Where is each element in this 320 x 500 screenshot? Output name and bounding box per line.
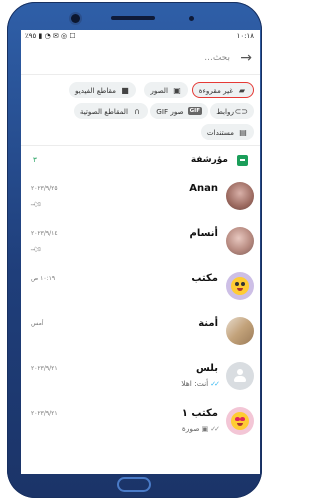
filter-chip-unread[interactable]: ▰ غير مقروءة: [191, 82, 254, 98]
avatar: [226, 362, 254, 390]
link-icon: ⊂⊃: [234, 106, 248, 116]
unread-icon: ▰: [238, 85, 246, 95]
chat-row-bols[interactable]: بلس ٢٠٢٣/٩/٢١ ✓✓ أنت: اهلا: [21, 356, 260, 401]
chat-row-ansam[interactable]: أنسام ٢٠٢٣/٩/١٤ 📌︎: [21, 221, 260, 266]
search-bar: →: [21, 42, 260, 75]
image-icon: ▣: [173, 85, 181, 95]
chat-name: أمنة: [198, 318, 218, 329]
pin-icon: 📌︎: [29, 197, 43, 212]
status-bar: ٪٩٥ ▮ ◔ ✉ ◎ ☐ ١٠:١٨: [21, 30, 260, 42]
proximity-sensor: [189, 16, 194, 21]
chat-preview-text: صورة: [181, 424, 200, 433]
filter-chip-label: صور GIF: [156, 106, 184, 116]
chat-date: ٢٠٢٣/٩/٢١: [31, 410, 58, 417]
avatar: [226, 227, 254, 255]
chat-row-maktab[interactable]: مكتب ١٠:١٩ ص: [21, 266, 260, 311]
phone-bottom-bezel: [7, 472, 262, 498]
chat-name: Anan: [189, 183, 218, 194]
archived-count: ٣: [33, 156, 37, 164]
chat-name: مكتب ١: [181, 408, 218, 419]
filter-chip-gifs[interactable]: GIF صور GIF: [150, 103, 208, 119]
avatar: [226, 272, 254, 300]
avatar: [226, 182, 254, 210]
filter-chip-videos[interactable]: ■ مقاطع الفيديو: [69, 82, 136, 98]
filter-chip-label: غير مقروءة: [198, 85, 233, 95]
monocle-face-icon: [231, 277, 249, 295]
earpiece-speaker: [111, 16, 155, 20]
chat-preview: ✓✓ ▣ صورة: [181, 424, 220, 433]
video-icon: ■: [121, 85, 129, 95]
chat-date: ٢٠٢٣/٩/١٤: [31, 230, 58, 237]
archive-icon: [237, 155, 248, 166]
chat-row-amna[interactable]: أمنة أمس: [21, 311, 260, 356]
chat-preview: ✓✓ أنت: اهلا: [181, 379, 220, 388]
heart-eyes-icon: [231, 412, 249, 430]
filter-chip-label: مقاطع الفيديو: [75, 85, 116, 95]
headphones-icon: ∩: [134, 106, 140, 116]
group-icon: [233, 369, 247, 383]
phone-top-bezel: [7, 2, 262, 32]
chat-date: ٢٠٢٣/٩/٢١: [31, 365, 58, 372]
status-time: ١٠:١٨: [236, 32, 254, 40]
filter-chip-links[interactable]: ⊂⊃ روابط: [210, 103, 254, 119]
chat-name: بلس: [196, 363, 218, 374]
phone-frame: ٪٩٥ ▮ ◔ ✉ ◎ ☐ ١٠:١٨ → ▰ غير مقروءة ▣ الص…: [7, 2, 262, 498]
avatar: [226, 317, 254, 345]
filter-chip-audio[interactable]: ∩ المقاطع الصوتية: [73, 103, 148, 119]
search-filters: ▰ غير مقروءة ▣ الصور ■ مقاطع الفيديو ⊂⊃ …: [21, 75, 260, 146]
pin-icon: 📌︎: [29, 242, 43, 257]
gif-icon: GIF: [187, 107, 202, 115]
filter-chip-photos[interactable]: ▣ الصور: [144, 82, 188, 98]
back-arrow-icon[interactable]: →: [240, 50, 252, 66]
filter-chip-label: الصور: [150, 85, 168, 95]
front-camera: [71, 14, 80, 23]
double-tick-icon: ✓✓: [210, 424, 220, 433]
search-input[interactable]: [80, 50, 230, 66]
home-button[interactable]: [117, 477, 151, 492]
chat-date: أمس: [31, 320, 44, 327]
image-icon: ▣: [201, 424, 209, 433]
chat-name: أنسام: [189, 228, 218, 239]
avatar: [226, 407, 254, 435]
chat-date: ٢٠٢٣/٩/٢٥: [31, 185, 58, 192]
document-icon: ▤: [239, 127, 247, 137]
filter-chip-documents[interactable]: ▤ مستندات: [200, 124, 254, 140]
filter-chip-label: روابط: [216, 106, 234, 116]
chat-name: مكتب: [191, 273, 218, 284]
filter-chip-label: مستندات: [206, 127, 234, 137]
archived-label: مؤرشفة: [190, 155, 228, 165]
double-tick-icon: ✓✓: [210, 379, 220, 388]
chat-row-maktab-1[interactable]: مكتب ١ ٢٠٢٣/٩/٢١ ✓✓ ▣ صورة: [21, 401, 260, 446]
archived-row[interactable]: مؤرشفة ٣: [21, 146, 260, 176]
chat-date: ١٠:١٩ ص: [31, 275, 56, 282]
screen: ٪٩٥ ▮ ◔ ✉ ◎ ☐ ١٠:١٨ → ▰ غير مقروءة ▣ الص…: [21, 30, 260, 474]
chat-preview-text: أنت: اهلا: [181, 379, 209, 388]
chat-row-anan[interactable]: Anan ٢٠٢٣/٩/٢٥ 📌︎: [21, 176, 260, 221]
status-icons: ٪٩٥ ▮ ◔ ✉ ◎ ☐: [25, 32, 76, 40]
filter-chip-label: المقاطع الصوتية: [79, 106, 128, 116]
